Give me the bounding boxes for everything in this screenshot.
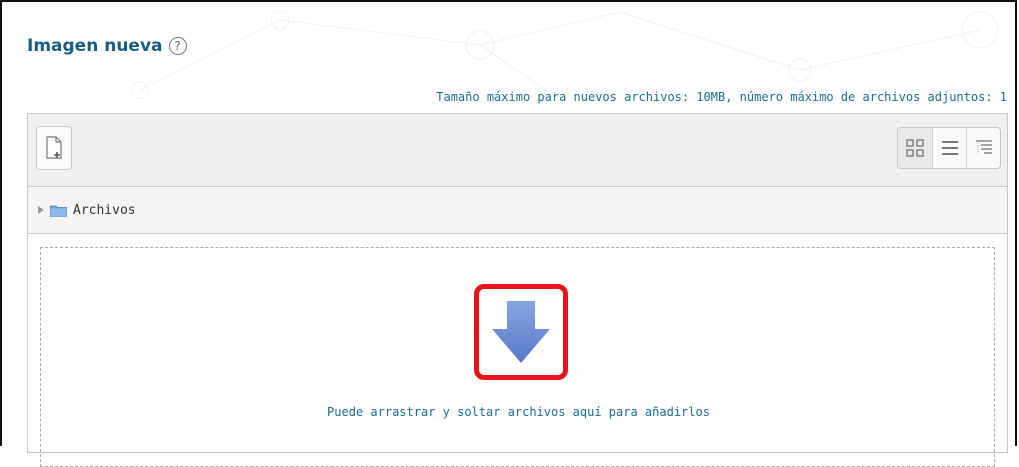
file-manager: Archivos Puede arrastrar y soltar archiv… [27,113,1008,467]
download-arrow-icon [492,301,550,363]
tree-icon [975,140,992,154]
folder-path-bar: Archivos [28,187,1007,234]
file-drop-zone[interactable]: Puede arrastrar y soltar archivos aquí p… [40,247,995,467]
folder-label[interactable]: Archivos [73,203,136,218]
file-limits-info: Tamaño máximo para nuevos archivos: 10MB… [436,90,1007,104]
folder-icon [50,205,67,217]
view-switcher [897,127,1001,169]
expand-caret-icon[interactable] [38,206,44,214]
drop-arrow-highlight [474,284,568,380]
list-view-button[interactable] [932,128,966,168]
add-file-button[interactable] [36,126,72,170]
section-title: Imagen nueva [27,36,163,56]
tree-view-button[interactable] [966,128,1000,168]
drop-instructions: Puede arrastrar y soltar archivos aquí p… [327,405,710,419]
question-circle-icon[interactable]: ? [168,37,187,55]
file-manager-toolbar [28,114,1007,187]
section-header: Imagen nueva ? [27,36,187,56]
grid-icon [906,139,924,157]
add-file-icon [46,136,62,159]
list-icon [941,141,958,155]
icons-view-button[interactable] [898,128,932,168]
